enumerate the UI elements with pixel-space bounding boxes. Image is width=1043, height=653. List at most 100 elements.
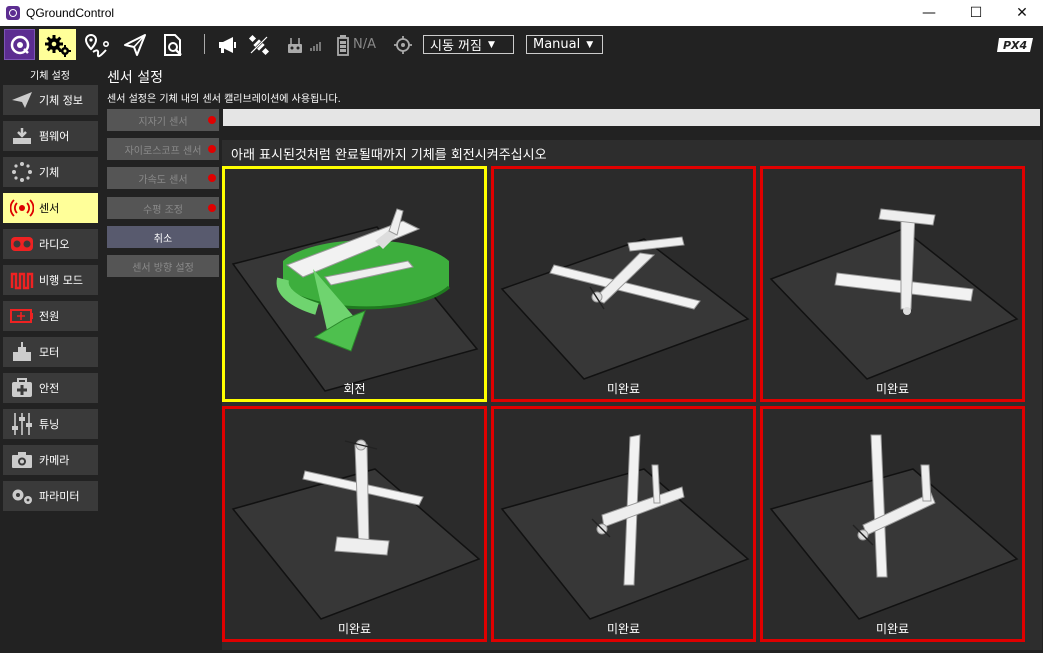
orientation-card-down: 회전 bbox=[222, 166, 487, 402]
toolbar-separator bbox=[204, 34, 205, 54]
sidebar-item-label: 센서 bbox=[39, 202, 60, 215]
orientation-image bbox=[500, 434, 750, 620]
orientation-status: 미완료 bbox=[875, 622, 910, 636]
battery-indicator[interactable]: N/A bbox=[336, 29, 386, 60]
battery-indicator-icon bbox=[337, 34, 349, 56]
analyze-view-button[interactable] bbox=[156, 29, 190, 60]
sidebar-item-power[interactable]: 전원 bbox=[3, 301, 98, 331]
sidebar-item-camera[interactable]: 카메라 bbox=[3, 445, 98, 475]
orientation-image bbox=[769, 208, 1019, 380]
signal-strength-indicator bbox=[307, 29, 325, 60]
button-label: 취소 bbox=[153, 233, 173, 245]
sidebar-item-parameters[interactable]: 파라미터 bbox=[3, 481, 98, 511]
flight-mode-dropdown[interactable]: Manual ▼ bbox=[526, 35, 603, 54]
qgc-app-icon bbox=[6, 6, 20, 20]
instruction-text: 아래 표시된것처럼 완료될때까지 기체를 회전시켜주십시오 bbox=[231, 148, 547, 163]
sidebar-item-safety[interactable]: 안전 bbox=[3, 373, 98, 403]
orientation-card-nose-down: 미완료 bbox=[760, 166, 1025, 402]
flight-mode-label: Manual bbox=[533, 37, 581, 52]
firmware-icon bbox=[9, 125, 35, 147]
orientation-image bbox=[231, 439, 481, 620]
orientation-status: 미완료 bbox=[875, 382, 910, 396]
status-dot-icon bbox=[208, 204, 216, 212]
chevron-down-icon: ▼ bbox=[586, 39, 594, 50]
page-title: 센서 설정 bbox=[107, 70, 163, 86]
orientation-status: 미완료 bbox=[337, 622, 372, 636]
sidebar-item-label: 기체 정보 bbox=[39, 94, 83, 107]
parameters-icon bbox=[9, 485, 35, 507]
window-titlebar: QGroundControl — ☐ ✕ bbox=[0, 0, 1043, 26]
camera-icon bbox=[9, 449, 35, 471]
orientation-status: 회전 bbox=[343, 382, 366, 396]
sidebar-item-summary[interactable]: 기체 정보 bbox=[3, 85, 98, 115]
sidebar-heading: 기체 설정 bbox=[30, 71, 70, 82]
orientation-card-right: 미완료 bbox=[760, 406, 1025, 642]
cancel-button[interactable]: 취소 bbox=[107, 226, 219, 248]
button-label: 자이로스코프 센서 bbox=[124, 145, 202, 157]
orientation-status: 미완료 bbox=[606, 382, 641, 396]
gears-icon bbox=[44, 34, 71, 57]
plane-icon bbox=[9, 89, 35, 111]
accelerometer-calibrate-button[interactable]: 가속도 센서 bbox=[107, 167, 219, 189]
sidebar-item-sensors[interactable]: 센서 bbox=[3, 193, 98, 223]
brand-logo: PX4 bbox=[996, 29, 1036, 60]
button-label: 센서 방향 설정 bbox=[132, 262, 194, 274]
flight-mode-icon bbox=[9, 269, 35, 291]
signal-bars-icon bbox=[310, 41, 321, 51]
orientation-card-upright: 미완료 bbox=[491, 166, 756, 402]
fly-view-button[interactable] bbox=[118, 29, 152, 60]
qgc-logo-icon bbox=[10, 35, 29, 54]
button-label: 가속도 센서 bbox=[138, 174, 188, 186]
sidebar-item-firmware[interactable]: 펌웨어 bbox=[3, 121, 98, 151]
app-menu-button[interactable] bbox=[4, 29, 35, 60]
sidebar-item-tuning[interactable]: 튜닝 bbox=[3, 409, 98, 439]
rc-transmitter-icon bbox=[288, 37, 302, 53]
arm-state-label: 시동 꺼짐 bbox=[430, 39, 482, 54]
sidebar-item-motors[interactable]: 모터 bbox=[3, 337, 98, 367]
vehicle-setup-button[interactable] bbox=[39, 29, 76, 60]
chevron-down-icon: ▼ bbox=[487, 39, 495, 50]
arm-state-dropdown[interactable]: 시동 꺼짐 ▼ bbox=[423, 35, 514, 54]
messages-indicator[interactable] bbox=[214, 29, 242, 60]
plan-view-button[interactable] bbox=[80, 29, 114, 60]
button-label: 수평 조정 bbox=[143, 204, 183, 216]
sidebar-item-label: 카메라 bbox=[39, 454, 70, 467]
orientation-image bbox=[769, 434, 1019, 620]
megaphone-icon bbox=[219, 36, 236, 53]
battery-text: N/A bbox=[353, 37, 376, 52]
analyze-icon bbox=[164, 33, 182, 56]
sidebar-item-label: 파라미터 bbox=[39, 490, 80, 503]
gyroscope-calibrate-button[interactable]: 자이로스코프 센서 bbox=[107, 138, 219, 160]
page-description: 센서 설정은 기체 내의 센서 캘리브레이션에 사용됩니다. bbox=[107, 94, 341, 105]
status-dot-icon bbox=[208, 145, 216, 153]
sidebar-item-flight-modes[interactable]: 비행 모드 bbox=[3, 265, 98, 295]
sidebar-item-airframe[interactable]: 기체 bbox=[3, 157, 98, 187]
orientation-card-left: 미완료 bbox=[491, 406, 756, 642]
main-toolbar: N/A 시동 꺼짐 ▼ Manual ▼ PX4 bbox=[0, 26, 1043, 63]
airframe-icon bbox=[9, 161, 35, 183]
px4-logo-icon: PX4 bbox=[997, 37, 1033, 52]
minimize-button[interactable]: — bbox=[906, 0, 952, 26]
button-label: 지자기 센서 bbox=[138, 116, 188, 128]
maximize-button[interactable]: ☐ bbox=[953, 0, 999, 26]
orientation-image bbox=[231, 208, 479, 392]
gps-indicator[interactable] bbox=[246, 29, 272, 60]
orientation-status: 미완료 bbox=[606, 622, 641, 636]
sidebar-item-label: 기체 bbox=[39, 166, 60, 179]
sidebar-item-label: 전원 bbox=[39, 310, 60, 323]
paper-plane-icon bbox=[124, 33, 146, 56]
rtk-indicator[interactable] bbox=[392, 29, 414, 60]
sensor-icon bbox=[9, 197, 35, 219]
brand-text: PX4 bbox=[1003, 39, 1027, 52]
plan-route-icon bbox=[84, 33, 109, 57]
sidebar-item-label: 안전 bbox=[39, 382, 60, 395]
rc-rssi-indicator[interactable] bbox=[284, 29, 306, 60]
sidebar-item-radio[interactable]: 라디오 bbox=[3, 229, 98, 259]
sidebar-item-label: 모터 bbox=[39, 346, 60, 359]
compass-calibrate-button[interactable]: 지자기 센서 bbox=[107, 109, 219, 131]
close-button[interactable]: ✕ bbox=[999, 0, 1043, 26]
sensor-orientation-button[interactable]: 센서 방향 설정 bbox=[107, 255, 219, 277]
status-dot-icon bbox=[208, 116, 216, 124]
level-horizon-button[interactable]: 수평 조정 bbox=[107, 197, 219, 219]
tuning-icon bbox=[9, 413, 35, 435]
